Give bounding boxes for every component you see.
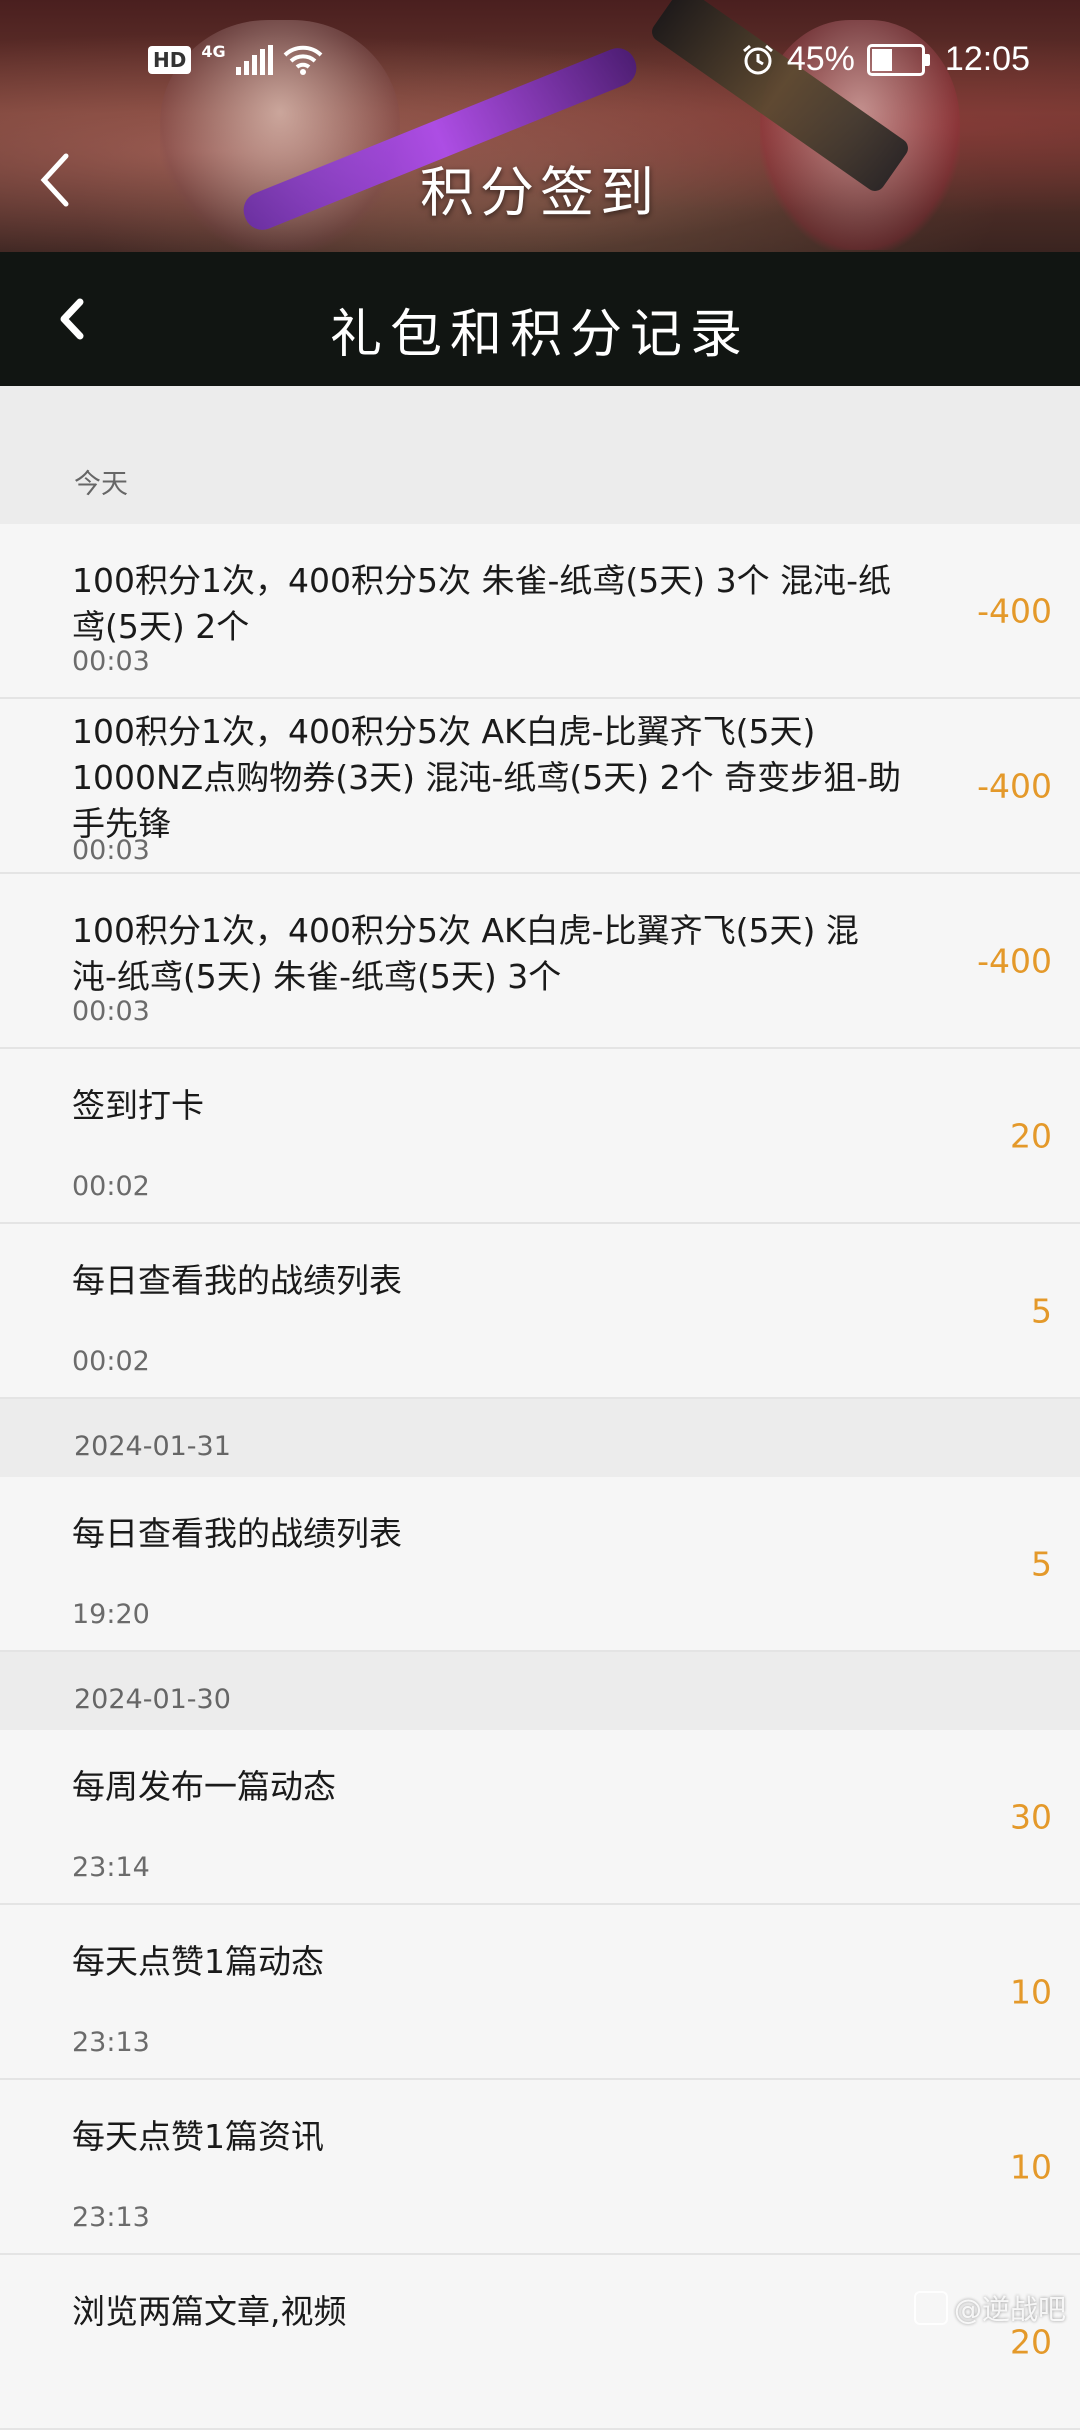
hd-icon: HD bbox=[148, 46, 192, 74]
clock: 12:05 bbox=[944, 40, 1030, 78]
watermark-text: @逆战吧 bbox=[953, 2293, 1066, 2326]
date-section-header: 2024-01-31 bbox=[0, 1399, 1080, 1477]
record-points: 30 bbox=[1010, 1797, 1052, 1836]
record-points: 10 bbox=[1010, 2147, 1052, 2186]
record-title: 每天点赞1篇资讯 bbox=[72, 2117, 324, 2156]
status-bar: HD 4G 45% 12:05 bbox=[0, 0, 1080, 130]
record-row[interactable]: 每天点赞1篇动态 23:13 10 bbox=[0, 1905, 1080, 2080]
record-title: 每日查看我的战绩列表 bbox=[72, 1261, 402, 1300]
page-title: 礼包和积分记录 bbox=[329, 305, 750, 365]
record-time: 00:02 bbox=[72, 1171, 150, 1202]
date-section-header: 今天 bbox=[0, 418, 1080, 524]
record-time: 23:13 bbox=[72, 2202, 150, 2233]
record-points: -400 bbox=[977, 766, 1052, 805]
record-row[interactable]: 每日查看我的战绩列表 00:02 5 bbox=[0, 1224, 1080, 1399]
record-row[interactable]: 100积分1次，400积分5次 AK白虎-比翼齐飞(5天) 混沌-纸鸢(5天) … bbox=[0, 874, 1080, 1049]
record-points: 5 bbox=[1031, 1291, 1052, 1330]
record-title: 签到打卡 bbox=[72, 1086, 204, 1125]
record-row[interactable]: 签到打卡 00:02 20 bbox=[0, 1049, 1080, 1224]
record-row[interactable]: 100积分1次，400积分5次 朱雀-纸鸢(5天) 3个 混沌-纸鸢(5天) 2… bbox=[0, 524, 1080, 699]
record-points: 10 bbox=[1010, 1972, 1052, 2011]
record-title: 每天点赞1篇动态 bbox=[72, 1942, 324, 1981]
record-time: 19:20 bbox=[72, 1599, 150, 1630]
record-time: 00:03 bbox=[72, 835, 150, 866]
record-title: 浏览两篇文章,视频 bbox=[72, 2292, 347, 2331]
network-type: 4G bbox=[201, 41, 226, 61]
record-points: 5 bbox=[1031, 1544, 1052, 1583]
watermark: @逆战吧 bbox=[913, 2288, 1066, 2328]
wifi-icon bbox=[283, 45, 322, 75]
banner-title: 积分签到 bbox=[420, 161, 660, 224]
record-title: 每日查看我的战绩列表 bbox=[72, 1514, 402, 1553]
record-time: 00:03 bbox=[72, 646, 150, 677]
watermark-icon bbox=[913, 2291, 948, 2325]
page-header: 礼包和积分记录 bbox=[0, 252, 1080, 386]
record-row[interactable]: 浏览两篇文章,视频 20 bbox=[0, 2255, 1080, 2430]
battery-icon bbox=[866, 43, 930, 76]
record-time: 23:13 bbox=[72, 2027, 150, 2058]
signal-icon bbox=[235, 45, 273, 75]
battery-percent: 45% bbox=[786, 40, 855, 78]
record-row[interactable]: 每周发布一篇动态 23:14 30 bbox=[0, 1730, 1080, 1905]
record-points: -400 bbox=[977, 591, 1052, 630]
record-time: 23:14 bbox=[72, 1852, 150, 1883]
record-title: 每周发布一篇动态 bbox=[72, 1767, 336, 1806]
record-points: -400 bbox=[977, 941, 1052, 980]
record-title: 100积分1次，400积分5次 AK白虎-比翼齐飞(5天) 1000NZ点购物券… bbox=[72, 712, 902, 843]
record-row[interactable]: 每天点赞1篇资讯 23:13 10 bbox=[0, 2080, 1080, 2255]
record-points: 20 bbox=[1010, 1116, 1052, 1155]
alarm-icon bbox=[742, 44, 773, 74]
record-time: 00:02 bbox=[72, 1346, 150, 1377]
record-row[interactable]: 每日查看我的战绩列表 19:20 5 bbox=[0, 1477, 1080, 1652]
record-list: 今天 100积分1次，400积分5次 朱雀-纸鸢(5天) 3个 混沌-纸鸢(5天)… bbox=[0, 386, 1080, 2430]
record-title: 100积分1次，400积分5次 朱雀-纸鸢(5天) 3个 混沌-纸鸢(5天) 2… bbox=[72, 561, 891, 646]
record-title: 100积分1次，400积分5次 AK白虎-比翼齐飞(5天) 混沌-纸鸢(5天) … bbox=[72, 911, 859, 996]
date-section-header: 2024-01-30 bbox=[0, 1652, 1080, 1730]
record-time: 00:03 bbox=[72, 996, 150, 1027]
battery-fill bbox=[871, 48, 892, 71]
banner: HD 4G 45% 12:05 积分签到 bbox=[0, 0, 1080, 252]
record-row[interactable]: 100积分1次，400积分5次 AK白虎-比翼齐飞(5天) 1000NZ点购物券… bbox=[0, 699, 1080, 874]
